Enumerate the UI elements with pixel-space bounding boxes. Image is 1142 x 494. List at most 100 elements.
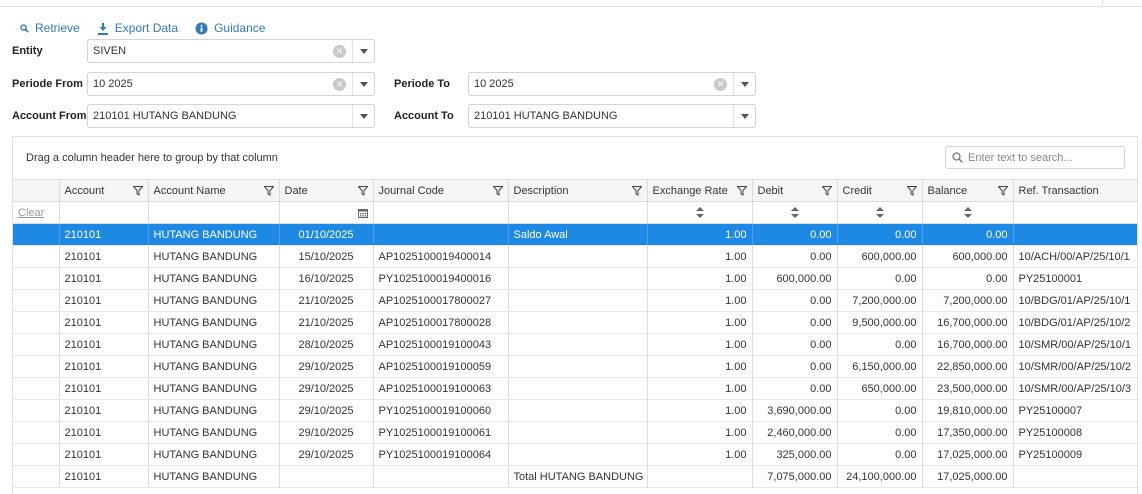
filter-cell-debit[interactable] <box>752 201 838 224</box>
account-to-select[interactable]: 210101 HUTANG BANDUNG <box>468 104 756 128</box>
column-header[interactable]: Account Name <box>148 179 280 202</box>
column-header-content: Account Name <box>154 185 274 197</box>
table-cell: 210101 <box>59 245 149 268</box>
filter-cell-ref-transaction[interactable] <box>1013 201 1137 224</box>
row-indicator-cell[interactable] <box>13 333 60 356</box>
table-row[interactable]: 210101 HUTANG BANDUNG 01/10/2025 Saldo Awal… <box>13 223 1137 246</box>
dropdown-button[interactable] <box>352 105 374 127</box>
table-row[interactable]: 210101 HUTANG BANDUNG 29/10/2025 AP10251000… <box>13 355 1137 378</box>
filter-icon[interactable] <box>492 185 503 196</box>
row-indicator-cell[interactable] <box>13 443 60 466</box>
row-indicator-cell[interactable] <box>13 311 60 334</box>
filter-icon[interactable] <box>631 185 642 196</box>
filter-icon[interactable] <box>997 185 1008 196</box>
column-header[interactable]: Credit <box>837 179 923 202</box>
table-cell: HUTANG BANDUNG <box>148 465 280 488</box>
spin-buttons[interactable] <box>928 207 1008 218</box>
filter-icon[interactable] <box>736 185 747 196</box>
table-row[interactable]: 210101 HUTANG BANDUNG 29/10/2025 PY10251000… <box>13 421 1137 444</box>
table-row[interactable]: 210101 HUTANG BANDUNG 15/10/2025 AP10251000… <box>13 245 1137 268</box>
column-header[interactable]: Ref. Transaction <box>1013 179 1139 202</box>
table-row[interactable]: 210101 HUTANG BANDUNG 28/10/2025 AP10251000… <box>13 333 1137 356</box>
table-row[interactable]: 210101 HUTANG BANDUNG 29/10/2025 AP10251000… <box>13 377 1137 400</box>
table-cell: 210101 <box>59 443 149 466</box>
row-indicator-cell[interactable] <box>13 223 60 246</box>
table-cell: 0.00 <box>752 245 838 268</box>
periode-to-select[interactable]: 10 2025 ✕ <box>468 72 756 96</box>
toolbar: Retrieve Export Data Guidance <box>20 20 282 36</box>
filter-cell-journal-code[interactable] <box>373 201 509 224</box>
row-indicator-cell[interactable] <box>13 267 60 290</box>
filter-cell-account-name[interactable] <box>148 201 280 224</box>
spin-down-icon[interactable] <box>963 214 972 218</box>
table-cell: 24,100,000.00 <box>837 465 923 488</box>
column-header[interactable]: Description <box>508 179 648 202</box>
column-header-label: Credit <box>842 184 872 197</box>
table-row[interactable]: 210101 HUTANG BANDUNG 16/10/2025 PY10251000… <box>13 267 1137 290</box>
periode-from-select[interactable]: 10 2025 ✕ <box>87 72 375 96</box>
dropdown-button[interactable] <box>733 105 755 127</box>
table-row[interactable]: 210101 HUTANG BANDUNG 21/10/2025 AP10251000… <box>13 289 1137 312</box>
table-row[interactable]: 210101 HUTANG BANDUNG 29/10/2025 PY10251000… <box>13 399 1137 422</box>
spin-down-icon[interactable] <box>790 214 799 218</box>
row-indicator-cell[interactable] <box>13 377 60 400</box>
column-header[interactable]: Debit <box>752 179 838 202</box>
filter-cell-account[interactable] <box>59 201 149 224</box>
filter-icon[interactable] <box>357 185 368 196</box>
table-cell: HUTANG BANDUNG <box>148 245 280 268</box>
guidance-button[interactable]: Guidance <box>195 21 265 35</box>
spin-buttons[interactable] <box>758 207 832 218</box>
spin-up-icon[interactable] <box>963 207 972 211</box>
table-cell: 19,810,000.00 <box>922 399 1014 422</box>
row-indicator-cell[interactable] <box>13 289 60 312</box>
spin-up-icon[interactable] <box>790 207 799 211</box>
filter-cell-exchange-rate[interactable] <box>647 201 753 224</box>
spin-up-icon[interactable] <box>695 207 704 211</box>
grid-search-box[interactable] <box>945 146 1125 169</box>
clear-icon[interactable]: ✕ <box>714 77 727 91</box>
column-header[interactable]: Account <box>59 179 149 202</box>
spin-buttons[interactable] <box>653 207 747 218</box>
group-panel[interactable]: Drag a column header here to group by th… <box>26 152 278 164</box>
grid-search-input[interactable] <box>968 151 1108 164</box>
calendar-icon[interactable] <box>357 208 368 218</box>
filter-icon[interactable] <box>821 185 832 196</box>
table-row[interactable]: 210101 HUTANG BANDUNG 21/10/2025 AP10251000… <box>13 311 1137 334</box>
dropdown-button[interactable] <box>352 40 374 62</box>
filter-cell-balance[interactable] <box>922 201 1014 224</box>
clear-icon[interactable]: ✕ <box>333 77 346 91</box>
table-row[interactable]: 210101 HUTANG BANDUNG Total HUTANG BANDUNG… <box>13 465 1137 488</box>
filter-icon[interactable] <box>906 185 917 196</box>
column-header[interactable]: Balance <box>922 179 1014 202</box>
spin-up-icon[interactable] <box>875 207 884 211</box>
filter-cell-date[interactable] <box>279 201 374 224</box>
filter-cell-credit[interactable] <box>837 201 923 224</box>
column-header[interactable]: Exchange Rate <box>647 179 753 202</box>
column-header[interactable]: Journal Code <box>373 179 509 202</box>
table-cell: HUTANG BANDUNG <box>148 267 280 290</box>
account-from-select[interactable]: 210101 HUTANG BANDUNG <box>87 104 375 128</box>
filter-cell-description[interactable] <box>508 201 648 224</box>
spin-down-icon[interactable] <box>875 214 884 218</box>
row-indicator-cell[interactable] <box>13 465 60 488</box>
filter-icon[interactable] <box>263 185 274 196</box>
row-indicator-cell[interactable] <box>13 421 60 444</box>
dropdown-button[interactable] <box>352 73 374 95</box>
filter-icon[interactable] <box>132 185 143 196</box>
dropdown-button[interactable] <box>733 73 755 95</box>
table-row[interactable]: 210101 HUTANG BANDUNG 29/10/2025 PY10251000… <box>13 443 1137 466</box>
row-indicator-cell[interactable] <box>13 399 60 422</box>
table-cell: 0.00 <box>752 355 838 378</box>
export-data-button[interactable]: Export Data <box>97 21 178 35</box>
entity-select[interactable]: SIVEN ✕ <box>87 39 375 63</box>
spin-buttons[interactable] <box>843 207 917 218</box>
filter-icon[interactable] <box>1138 186 1139 196</box>
clear-icon[interactable]: ✕ <box>333 44 346 58</box>
column-header[interactable]: Date <box>279 179 374 202</box>
row-indicator-cell[interactable] <box>13 355 60 378</box>
retrieve-button[interactable]: Retrieve <box>20 21 80 35</box>
download-icon <box>97 22 109 35</box>
row-indicator-cell[interactable] <box>13 245 60 268</box>
spin-down-icon[interactable] <box>695 214 704 218</box>
clear-filter-link[interactable]: Clear <box>18 207 44 219</box>
